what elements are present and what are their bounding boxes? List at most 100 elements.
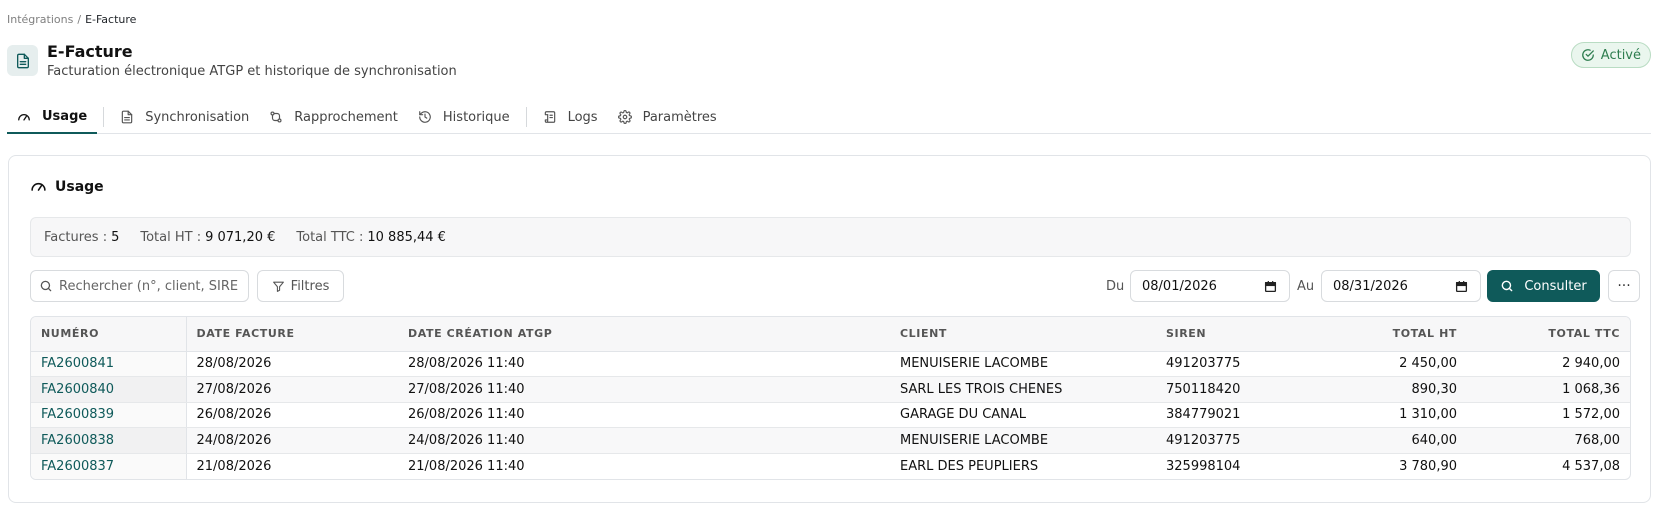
tab-historique[interactable]: Historique bbox=[408, 101, 520, 133]
tab-bar: Usage Synchronisation Rapprochement Hist… bbox=[7, 101, 1651, 134]
cell-siren: 384779021 bbox=[1156, 402, 1292, 428]
breadcrumb-current: E-Facture bbox=[85, 13, 137, 26]
invoice-number-link[interactable]: FA2600837 bbox=[31, 453, 187, 479]
gauge-icon bbox=[31, 182, 46, 191]
column-header-siren[interactable]: SIREN bbox=[1156, 317, 1292, 352]
gear-icon bbox=[617, 110, 632, 124]
table-row[interactable]: FA2600839 26/08/2026 26/08/2026 11:40 GA… bbox=[31, 402, 1630, 428]
more-options-button[interactable]: ··· bbox=[1608, 270, 1640, 302]
column-header-date-creation[interactable]: DATE CRÉATION ATGP bbox=[398, 317, 890, 352]
table-row[interactable]: FA2600840 27/08/2026 27/08/2026 11:40 SA… bbox=[31, 376, 1630, 403]
consult-label: Consulter bbox=[1524, 278, 1587, 294]
search-box bbox=[30, 270, 249, 302]
summary-label: Factures : bbox=[44, 229, 108, 245]
status-badge: Activé bbox=[1570, 42, 1651, 68]
column-header-client[interactable]: CLIENT bbox=[890, 317, 1156, 352]
summary-total-ttc: Total TTC :10 885,44 € bbox=[296, 230, 446, 245]
invoice-number-link[interactable]: FA2600841 bbox=[31, 351, 187, 377]
cell-client: MENUISERIE LACOMBE bbox=[890, 427, 1156, 454]
cell-date-creation: 21/08/2026 11:40 bbox=[408, 458, 525, 474]
tab-usage[interactable]: Usage bbox=[7, 101, 98, 134]
summary-total-ht: Total HT :9 071,20 € bbox=[140, 230, 275, 245]
summary-label: Total TTC : bbox=[296, 229, 364, 245]
breadcrumb-parent[interactable]: Intégrations bbox=[7, 13, 73, 26]
toolbar: Filtres Du 08/01/2026 Au 08/31/2026 Cons… bbox=[30, 270, 1640, 302]
cell-total-ht: 1 310,00 bbox=[1292, 402, 1467, 428]
cell-date-creation: 26/08/2026 11:40 bbox=[398, 402, 890, 428]
cell-date-facture: 21/08/2026 bbox=[196, 458, 272, 474]
tab-label: Paramètres bbox=[642, 109, 717, 125]
calendar-icon[interactable] bbox=[1264, 280, 1277, 293]
table-header-row: NUMÉRO DATE FACTURE DATE CRÉATION ATGP C… bbox=[31, 317, 1630, 352]
cell-total-ttc: 2 940,00 bbox=[1467, 351, 1630, 377]
status-label: Activé bbox=[1600, 47, 1641, 63]
consult-button[interactable]: Consulter bbox=[1487, 270, 1600, 302]
cell-total-ht: 2 450,00 bbox=[1292, 351, 1467, 377]
cell-date-facture: 24/08/2026 bbox=[186, 427, 398, 454]
summary-invoices: Factures :5 bbox=[44, 230, 119, 245]
table-row[interactable]: FA2600841 28/08/2026 28/08/2026 11:40 ME… bbox=[31, 351, 1630, 377]
cell-date-creation: 24/08/2026 11:40 bbox=[398, 427, 890, 454]
cell-total-ttc: 4 537,08 bbox=[1562, 458, 1620, 474]
table-row[interactable]: FA2600838 24/08/2026 24/08/2026 11:40 ME… bbox=[31, 427, 1630, 454]
search-input[interactable] bbox=[59, 278, 239, 294]
tab-rapprochement[interactable]: Rapprochement bbox=[259, 101, 408, 133]
cell-date-facture: 27/08/2026 bbox=[186, 376, 398, 403]
filters-button[interactable]: Filtres bbox=[257, 270, 344, 302]
column-header-date-facture[interactable]: DATE FACTURE bbox=[186, 317, 398, 352]
summary-label: Total HT : bbox=[140, 229, 202, 245]
table-row[interactable]: FA2600837 21/08/2026 21/08/2026 11:40 EA… bbox=[31, 453, 1630, 479]
invoices-table: NUMÉRO DATE FACTURE DATE CRÉATION ATGP C… bbox=[30, 316, 1631, 480]
document-icon bbox=[7, 45, 38, 76]
cell-total-ttc: 1 572,00 bbox=[1467, 402, 1630, 428]
from-date-value: 08/01/2026 bbox=[1142, 278, 1217, 294]
column-header-total-ttc[interactable]: TOTAL TTC bbox=[1467, 317, 1630, 352]
tab-label: Rapprochement bbox=[294, 109, 398, 125]
column-header-total-ht[interactable]: TOTAL HT bbox=[1292, 317, 1467, 352]
tab-label: Logs bbox=[567, 109, 598, 125]
tab-label: Synchronisation bbox=[145, 109, 250, 125]
gauge-icon bbox=[18, 113, 30, 121]
invoice-number-link[interactable]: FA2600839 bbox=[31, 402, 187, 428]
ellipsis-icon: ··· bbox=[1617, 278, 1631, 294]
history-icon bbox=[419, 111, 431, 123]
from-date-label: Du bbox=[1106, 279, 1125, 294]
breadcrumb: Intégrations / E-Facture bbox=[7, 13, 136, 26]
page-title: E-Facture bbox=[47, 42, 133, 61]
column-header-numero[interactable]: NUMÉRO bbox=[31, 317, 187, 352]
filters-label: Filtres bbox=[290, 278, 330, 294]
usage-card: Usage Factures :5 Total HT :9 071,20 € T… bbox=[8, 155, 1651, 503]
check-circle-icon bbox=[1581, 49, 1594, 61]
to-date-input[interactable]: 08/31/2026 bbox=[1321, 270, 1481, 302]
calendar-icon[interactable] bbox=[1455, 280, 1468, 293]
summary-value: 5 bbox=[111, 229, 120, 245]
invoice-number-link[interactable]: FA2600840 bbox=[31, 376, 187, 403]
search-icon bbox=[40, 280, 52, 292]
to-date-label: Au bbox=[1297, 279, 1315, 294]
from-date-input[interactable]: 08/01/2026 bbox=[1130, 270, 1290, 302]
search-icon bbox=[1501, 280, 1513, 292]
cell-siren: 325998104 bbox=[1166, 458, 1241, 474]
cell-date-facture: 28/08/2026 bbox=[186, 351, 398, 377]
page-header: E-Facture Facturation électronique ATGP … bbox=[7, 42, 457, 79]
cell-total-ttc: 768,00 bbox=[1467, 427, 1630, 454]
summary-value: 10 885,44 € bbox=[367, 229, 446, 245]
tab-label: Usage bbox=[42, 109, 88, 124]
cell-siren: 750118420 bbox=[1156, 376, 1292, 403]
tab-divider bbox=[525, 107, 527, 127]
cell-client: SARL LES TROIS CHENES bbox=[890, 376, 1156, 403]
invoice-number-link[interactable]: FA2600838 bbox=[31, 427, 187, 454]
cell-client: GARAGE DU CANAL bbox=[890, 402, 1156, 428]
swap-icon bbox=[270, 111, 282, 123]
filter-icon bbox=[272, 281, 284, 292]
tab-synchronisation[interactable]: Synchronisation bbox=[110, 101, 259, 133]
tab-logs[interactable]: Logs bbox=[533, 101, 608, 133]
summary-value: 9 071,20 € bbox=[205, 229, 276, 245]
cell-date-facture: 26/08/2026 bbox=[186, 402, 398, 428]
cell-total-ttc: 1 068,36 bbox=[1467, 376, 1630, 403]
cell-client: EARL DES PEUPLIERS bbox=[900, 458, 1039, 474]
cell-total-ht: 890,30 bbox=[1292, 376, 1467, 403]
card-title: Usage bbox=[30, 178, 104, 195]
breadcrumb-separator: / bbox=[77, 13, 82, 26]
tab-parametres[interactable]: Paramètres bbox=[608, 101, 727, 133]
